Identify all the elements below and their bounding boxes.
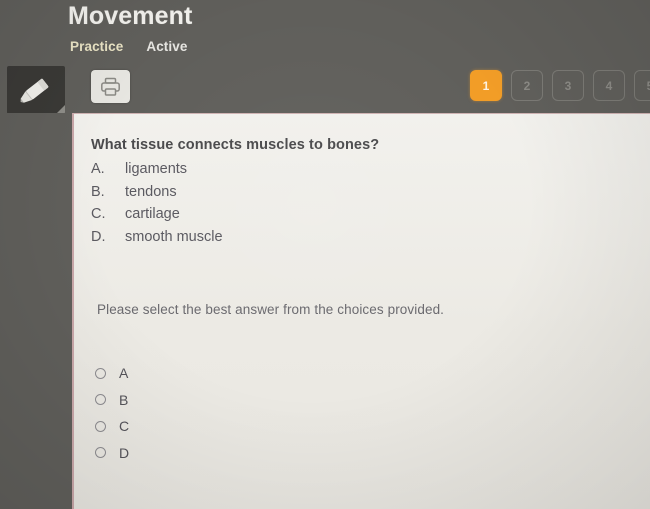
page-button-label: 5: [647, 79, 650, 93]
page-button-3[interactable]: 3: [552, 70, 584, 101]
choice-text: ligaments: [125, 161, 188, 177]
answer-option-a[interactable]: A: [95, 360, 129, 387]
page-button-2[interactable]: 2: [511, 70, 543, 101]
print-button[interactable]: [91, 70, 130, 103]
answer-option-label: A: [119, 365, 129, 382]
question-stem: What tissue connects muscles to bones?: [91, 137, 380, 153]
tab-practice[interactable]: Practice: [70, 38, 123, 56]
page-button-label: 2: [523, 78, 531, 93]
page-title: Movement: [68, 2, 193, 30]
marker-pencil-icon: [20, 78, 49, 103]
page-button-label: 4: [605, 78, 613, 93]
choice-letter: B.: [91, 183, 105, 200]
choice-list: A. ligaments B. tendons C. cartilage D. …: [91, 161, 223, 251]
choice-letter: C.: [91, 206, 106, 222]
page-button-1[interactable]: 1: [470, 70, 502, 101]
marker-tool-button[interactable]: [7, 66, 65, 114]
answer-radio-group: A B C D: [95, 360, 129, 466]
answer-option-c[interactable]: C: [95, 413, 129, 440]
instruction-text: Please select the best answer from the c…: [97, 302, 445, 317]
answer-option-label: B: [119, 391, 129, 408]
choice-a: A. ligaments: [91, 161, 223, 184]
choice-text: tendons: [125, 183, 177, 200]
radio-icon[interactable]: [95, 420, 106, 432]
choice-c: C. cartilage: [91, 206, 223, 229]
answer-option-d[interactable]: D: [95, 440, 129, 467]
radio-icon[interactable]: [95, 394, 106, 406]
radio-icon[interactable]: [95, 367, 106, 379]
page-button-label: 1: [482, 78, 490, 93]
page-button-label: 3: [564, 78, 572, 93]
question-panel: What tissue connects muscles to bones? A…: [72, 113, 650, 509]
app-screen: Movement Practice Active 1 2 3 4 What ti…: [0, 0, 650, 509]
answer-option-b[interactable]: B: [95, 387, 129, 414]
answer-option-label: C: [119, 418, 130, 435]
tab-bar: Practice Active: [70, 38, 187, 56]
choice-b: B. tendons: [91, 184, 223, 207]
header-bar: Movement Practice Active 1 2 3 4: [0, 0, 650, 114]
choice-letter: A.: [91, 161, 105, 177]
page-button-4[interactable]: 4: [593, 70, 625, 101]
printer-icon: [101, 77, 120, 96]
answer-option-label: D: [119, 444, 130, 461]
choice-text: cartilage: [125, 206, 180, 222]
tab-active[interactable]: Active: [146, 38, 187, 56]
left-gutter: [0, 113, 72, 509]
choice-text: smooth muscle: [125, 228, 223, 245]
choice-d: D. smooth muscle: [91, 229, 223, 252]
choice-letter: D.: [91, 228, 106, 245]
radio-icon[interactable]: [95, 447, 106, 459]
pagination: 1 2 3 4 5: [470, 70, 650, 101]
page-button-5[interactable]: 5: [634, 70, 650, 101]
